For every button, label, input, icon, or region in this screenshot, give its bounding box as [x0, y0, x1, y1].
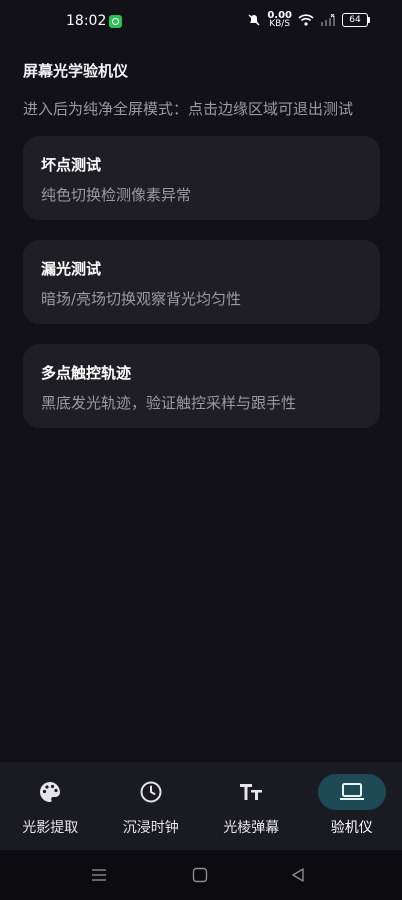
nav-label: 沉浸时钟 — [122, 820, 179, 836]
home-icon[interactable] — [192, 867, 208, 883]
nav-item-light-extract[interactable]: 光影提取 — [0, 762, 101, 850]
nav-item-inspector[interactable]: 验机仪 — [302, 762, 402, 850]
card-description: 黑底发光轨迹，验证触控采样与跟手性 — [41, 394, 297, 412]
mute-bell-icon — [248, 14, 260, 26]
wifi-icon — [298, 14, 314, 26]
card-description: 暗场/亮场切换观察背光均匀性 — [41, 290, 242, 308]
battery-icon: 64 — [342, 13, 370, 27]
network-speed: 0.00 KB/S — [267, 11, 292, 29]
card-title: 多点触控轨迹 — [41, 364, 132, 382]
nav-icon-container — [217, 774, 285, 810]
status-time: 18:02 — [66, 13, 107, 29]
nav-item-prism-danmaku[interactable]: 光棱弹幕 — [201, 762, 302, 850]
card-multitouch-trace[interactable]: 多点触控轨迹 黑底发光轨迹，验证触控采样与跟手性 — [23, 344, 380, 428]
page-title: 屏幕光学验机仪 — [23, 62, 129, 80]
card-light-leak-test[interactable]: 漏光测试 暗场/亮场切换观察背光均匀性 — [23, 240, 380, 324]
nav-label: 验机仪 — [330, 820, 373, 836]
palette-icon — [40, 782, 61, 802]
back-icon[interactable] — [290, 867, 306, 883]
nav-label: 光影提取 — [22, 820, 79, 836]
nav-icon-container-active — [317, 774, 386, 810]
nav-icon-container — [117, 774, 185, 810]
bottom-navigation: 光影提取 沉浸时钟 光棱弹幕 验机仪 — [0, 762, 402, 850]
status-right-group: 0.00 KB/S 64 — [247, 11, 370, 29]
card-description: 纯色切换检测像素异常 — [41, 186, 192, 204]
network-speed-unit: KB/S — [269, 19, 291, 29]
system-navigation-bar — [0, 850, 402, 900]
signal-icon — [321, 14, 335, 26]
page-subtitle: 进入后为纯净全屏模式：点击边缘区域可退出测试 — [23, 100, 354, 118]
card-dead-pixel-test[interactable]: 坏点测试 纯色切换检测像素异常 — [23, 136, 380, 220]
nav-item-immersive-clock[interactable]: 沉浸时钟 — [101, 762, 202, 850]
text-size-icon — [240, 784, 263, 800]
clock-icon — [140, 781, 162, 803]
card-title: 坏点测试 — [41, 156, 102, 174]
nav-icon-container — [16, 774, 84, 810]
laptop-icon — [339, 783, 364, 800]
card-title: 漏光测试 — [41, 260, 102, 278]
status-bar: 18:02 0.00 KB/S 64 — [0, 0, 402, 38]
menu-icon[interactable] — [91, 867, 107, 883]
app-notification-icon — [109, 15, 122, 28]
nav-label: 光棱弹幕 — [223, 820, 280, 836]
